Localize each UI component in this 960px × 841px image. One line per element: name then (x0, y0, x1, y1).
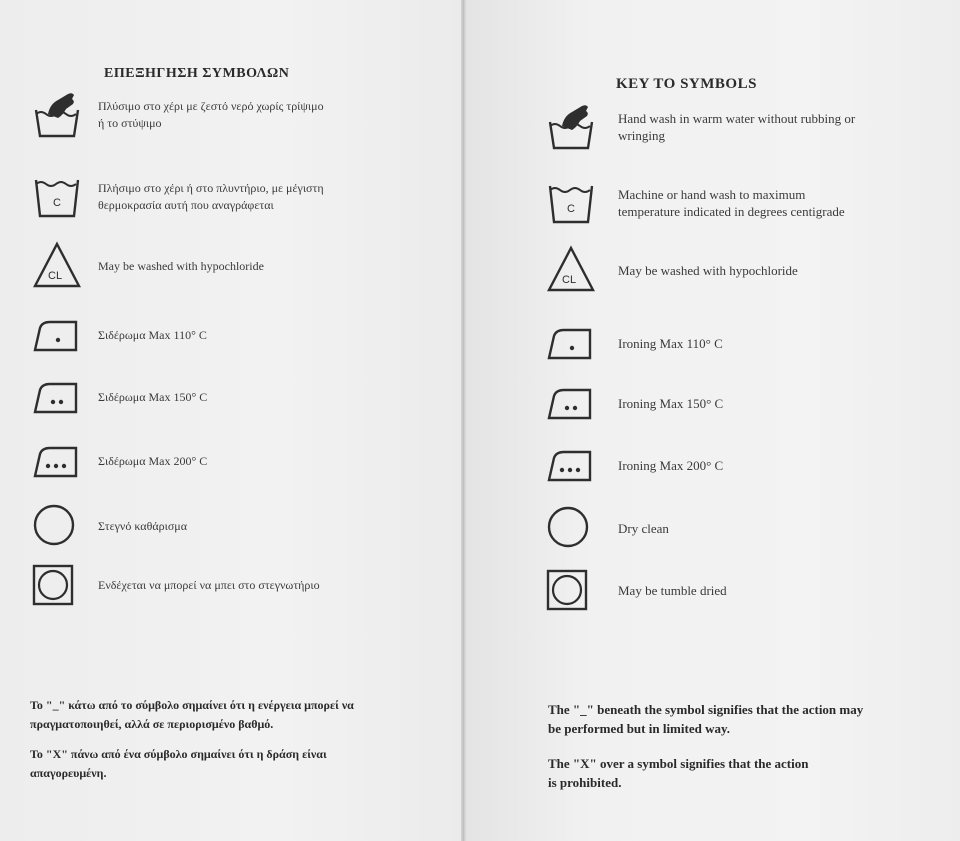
english-item-tumble-dry: May be tumble dried (544, 565, 868, 615)
wash-temperature-letter: C (53, 197, 61, 209)
tumble-dry-icon (544, 565, 598, 615)
dry-clean-circle-icon (544, 503, 598, 553)
bleach-cl-triangle-icon: CL (30, 241, 84, 291)
greek-note-underscore: Το "_" κάτω από το σύμβολο σημαίνει ότι … (30, 698, 354, 731)
greek-title: ΕΠΕΞΗΓΗΣΗ ΣΥΜΒΟΛΩΝ (104, 66, 290, 81)
greek-item-iron-110: Σιδέρωμα Max 110° C (30, 310, 328, 360)
greek-item-label: Πλήσιμο στο χέρι ή στο πλυντήριο, με μέγ… (98, 181, 324, 212)
hand-wash-icon (544, 102, 598, 152)
english-item-hand-wash: Hand wash in warm water without rubbing … (544, 102, 868, 152)
greek-page: ΕΠΕΞΗΓΗΣΗ ΣΥΜΒΟΛΩΝ Πλύσιμο στο χέρι με ζ… (0, 0, 462, 841)
greek-item-label: Στεγνό καθάρισμα (98, 518, 188, 533)
english-item-iron-200: Ironing Max 200° C (544, 440, 868, 490)
hand-wash-icon (30, 90, 84, 140)
greek-item-hand-wash: Πλύσιμο στο χέρι με ζεστό νερό χωρίς τρί… (30, 90, 328, 140)
greek-item-dry-clean: Στεγνό καθάρισμα (30, 501, 328, 551)
wash-tub-c-icon: C (30, 172, 84, 222)
english-item-iron-150: Ironing Max 150° C (544, 378, 868, 428)
iron-three-dots-icon (30, 436, 84, 486)
greek-item-label: Πλύσιμο στο χέρι με ζεστό νερό χωρίς τρί… (98, 99, 324, 130)
iron-one-dot-icon (544, 318, 598, 368)
english-title: KEY TO SYMBOLS (616, 76, 757, 92)
greek-item-tumble-dry: Ενδέχεται να μπορεί να μπει στο στεγνωτή… (30, 560, 328, 610)
bleach-cl-triangle-icon: CL (544, 245, 598, 295)
english-item-label: Ironing Max 200° C (618, 457, 724, 473)
greek-item-label: Σιδέρωμα Max 110° C (98, 327, 207, 342)
english-item-label: May be tumble dried (618, 582, 727, 598)
english-item-label: Ironing Max 150° C (618, 395, 724, 411)
english-item-label: Dry clean (618, 520, 669, 536)
tumble-dry-icon (30, 560, 84, 610)
greek-note-x: Το "X" πάνω από ένα σύμβολο σημαίνει ότι… (30, 747, 327, 780)
greek-item-label: Σιδέρωμα Max 200° C (98, 453, 208, 468)
english-item-label: Machine or hand wash to maximum temperat… (618, 187, 845, 219)
iron-one-dot-icon (30, 310, 84, 360)
iron-three-dots-icon (544, 440, 598, 490)
greek-item-wash-tub: C Πλήσιμο στο χέρι ή στο πλυντήριο, με μ… (30, 172, 328, 222)
english-note-x: The "X" over a symbol signifies that the… (548, 756, 809, 790)
wash-temperature-letter: C (567, 203, 575, 215)
bleach-letters: CL (48, 270, 62, 282)
english-page: KEY TO SYMBOLS Hand wash in warm water w… (466, 0, 960, 841)
greek-item-label: May be washed with hypochloride (98, 258, 264, 273)
english-item-label: Hand wash in warm water without rubbing … (618, 111, 856, 143)
english-item-label: May be washed with hypochloride (618, 262, 798, 278)
greek-item-iron-200: Σιδέρωμα Max 200° C (30, 436, 328, 486)
english-item-bleach: CL May be washed with hypochloride (544, 245, 868, 295)
dry-clean-circle-icon (30, 501, 84, 551)
english-item-iron-110: Ironing Max 110° C (544, 318, 868, 368)
english-item-wash-tub: C Machine or hand wash to maximum temper… (544, 178, 868, 228)
iron-two-dots-icon (30, 372, 84, 422)
iron-two-dots-icon (544, 378, 598, 428)
greek-item-label: Ενδέχεται να μπορεί να μπει στο στεγνωτή… (98, 577, 320, 592)
greek-item-label: Σιδέρωμα Max 150° C (98, 389, 208, 404)
greek-item-iron-150: Σιδέρωμα Max 150° C (30, 372, 328, 422)
english-item-label: Ironing Max 110° C (618, 335, 723, 351)
wash-tub-c-icon: C (544, 178, 598, 228)
english-item-dry-clean: Dry clean (544, 503, 868, 553)
english-note-underscore: The "_" beneath the symbol signifies tha… (548, 702, 864, 736)
bleach-letters: CL (562, 274, 576, 286)
greek-item-bleach: CL May be washed with hypochloride (30, 241, 328, 291)
